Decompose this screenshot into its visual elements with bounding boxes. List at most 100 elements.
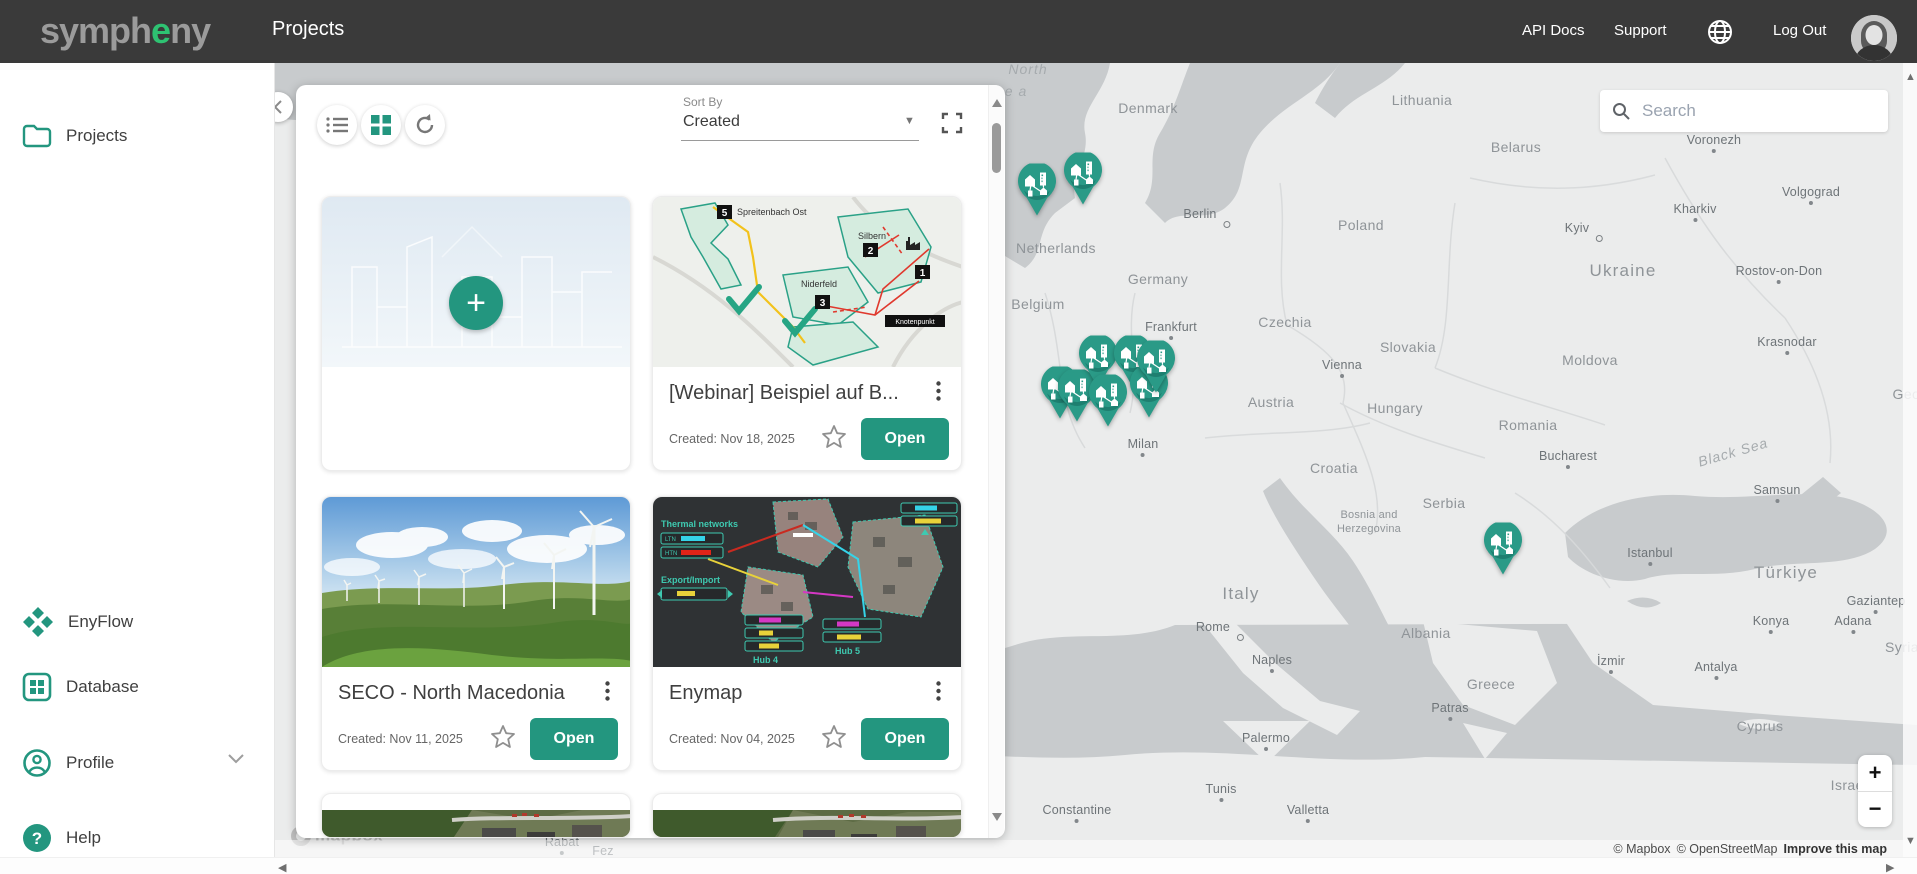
zoom-in-button[interactable]: + <box>1858 755 1892 791</box>
favorite-star-button[interactable] <box>490 724 516 754</box>
log-out-link[interactable]: Log Out <box>1773 22 1826 39</box>
sidebar-label: Projects <box>66 126 127 146</box>
svg-text:Silbern: Silbern <box>858 231 886 241</box>
chevron-down-icon[interactable] <box>228 754 244 764</box>
support-link[interactable]: Support <box>1614 22 1667 39</box>
profile-icon <box>22 748 52 778</box>
scroll-right-arrow[interactable]: ▶ <box>1886 861 1894 874</box>
sidebar-item-profile[interactable]: Profile <box>22 748 114 778</box>
expand-panel-button[interactable] <box>940 111 964 140</box>
map-label: Gaziantep <box>1847 594 1906 608</box>
card-menu-button[interactable] <box>930 379 947 408</box>
map-label: Milan <box>1128 437 1159 451</box>
map-label: Konya <box>1753 614 1789 628</box>
map-zoom-control: + − <box>1858 755 1892 827</box>
scroll-up-icon[interactable] <box>992 99 1002 107</box>
svg-text:LTN: LTN <box>665 537 676 543</box>
star-icon <box>821 724 847 749</box>
top-bar: sympheny Projects API Docs Support Log O… <box>0 0 1917 63</box>
sort-by-select[interactable]: Created <box>683 113 740 131</box>
zoom-out-button[interactable]: − <box>1858 792 1892 828</box>
sidebar-item-enyflow[interactable]: EnyFlow <box>22 606 133 638</box>
project-title: SECO - North Macedonia <box>338 682 565 705</box>
svg-text:1: 1 <box>920 268 926 279</box>
project-marker[interactable] <box>1136 341 1176 395</box>
new-project-card[interactable]: + <box>321 196 631 471</box>
star-icon <box>490 724 516 749</box>
card-menu-button[interactable] <box>599 679 616 708</box>
project-card-partial[interactable] <box>321 793 631 838</box>
map-label: Patras <box>1431 701 1468 715</box>
scroll-up-arrow[interactable]: ▲ <box>1905 71 1916 83</box>
card-menu-button[interactable] <box>930 679 947 708</box>
map-label: Vienna <box>1322 358 1362 372</box>
sympheny-logo[interactable]: sympheny <box>40 10 210 52</box>
project-card-enymap[interactable]: Thermal networks LTN HTN Export/Import <box>652 496 962 771</box>
svg-text:Hub 4: Hub 4 <box>753 655 778 665</box>
kebab-icon <box>936 381 941 401</box>
project-marker[interactable] <box>1483 523 1523 577</box>
created-date: Created: Nov 18, 2025 <box>669 432 821 446</box>
project-marker[interactable] <box>1063 153 1103 207</box>
project-marker[interactable] <box>1017 164 1057 218</box>
grid-view-button[interactable] <box>361 105 401 145</box>
new-project-thumbnail: + <box>322 197 630 367</box>
map-label: Belarus <box>1491 139 1541 155</box>
sort-by-caret-icon[interactable]: ▼ <box>904 115 915 127</box>
project-card-seco[interactable]: SECO - North Macedonia Created: Nov 11, … <box>321 496 631 771</box>
svg-text:2: 2 <box>868 246 874 257</box>
svg-text:5: 5 <box>722 208 728 219</box>
sidebar-item-help[interactable]: ? Help <box>22 823 101 853</box>
map-label: Austria <box>1248 394 1294 410</box>
list-view-button[interactable] <box>317 105 357 145</box>
map-label: Palermo <box>1242 731 1290 745</box>
attribution-improve-link[interactable]: Improve this map <box>1784 842 1888 856</box>
sidebar-item-projects[interactable]: Projects <box>22 123 127 149</box>
scroll-left-arrow[interactable]: ◀ <box>278 861 286 874</box>
panel-scrollbar-thumb[interactable] <box>992 123 1001 173</box>
sidebar-label: Database <box>66 677 139 697</box>
refresh-button[interactable] <box>405 105 445 145</box>
window-horizontal-scrollbar[interactable]: ◀ ▶ <box>0 857 1917 874</box>
open-project-button[interactable]: Open <box>861 418 949 460</box>
map-label: Netherlands <box>1016 240 1096 256</box>
add-project-button[interactable]: + <box>449 276 503 330</box>
panel-scrollbar[interactable] <box>988 85 1004 838</box>
svg-text:Export/Import: Export/Import <box>661 575 720 585</box>
map-label: Greece <box>1467 676 1515 692</box>
svg-text:HTN: HTN <box>665 551 677 557</box>
sidebar-item-database[interactable]: Database <box>22 672 139 702</box>
map-label: Türkiye <box>1754 563 1818 583</box>
window-vertical-scrollbar[interactable]: ▲ ▼ <box>1903 63 1917 857</box>
map-label: Slovakia <box>1380 339 1436 355</box>
api-docs-link[interactable]: API Docs <box>1522 22 1585 39</box>
map-label: Samsun <box>1753 483 1800 497</box>
scroll-down-icon[interactable] <box>992 813 1002 821</box>
favorite-star-button[interactable] <box>821 724 847 754</box>
map-label: Croatia <box>1310 460 1358 476</box>
scroll-down-arrow[interactable]: ▼ <box>1905 835 1916 847</box>
attribution-mapbox[interactable]: © Mapbox <box>1613 842 1670 856</box>
sidebar-label: Profile <box>66 753 114 773</box>
map-label: Ukraine <box>1590 261 1657 281</box>
project-card-partial[interactable] <box>652 793 962 838</box>
kebab-icon <box>605 681 610 701</box>
enyflow-icon <box>22 606 54 638</box>
project-card-webinar[interactable]: 5 2 1 3 Knotenpunkt Spreitenbach Ost Sil… <box>652 196 962 471</box>
map-label: Czechia <box>1258 314 1311 330</box>
search-icon <box>1612 102 1630 120</box>
sort-by-label: Sort By <box>683 95 722 109</box>
map-label: Istanbul <box>1627 546 1672 560</box>
svg-text:Knotenpunkt: Knotenpunkt <box>895 319 934 326</box>
refresh-icon <box>414 114 436 136</box>
open-project-button[interactable]: Open <box>530 718 618 760</box>
map-label: Lithuania <box>1392 92 1452 108</box>
attribution-osm[interactable]: © OpenStreetMap <box>1677 842 1778 856</box>
open-project-button[interactable]: Open <box>861 718 949 760</box>
favorite-star-button[interactable] <box>821 424 847 454</box>
search-input[interactable] <box>1640 100 1876 122</box>
user-avatar[interactable] <box>1851 15 1897 61</box>
sort-by-underline <box>681 140 919 141</box>
language-globe-button[interactable] <box>1706 18 1734 46</box>
project-title: [Webinar] Beispiel auf B... <box>669 382 899 405</box>
